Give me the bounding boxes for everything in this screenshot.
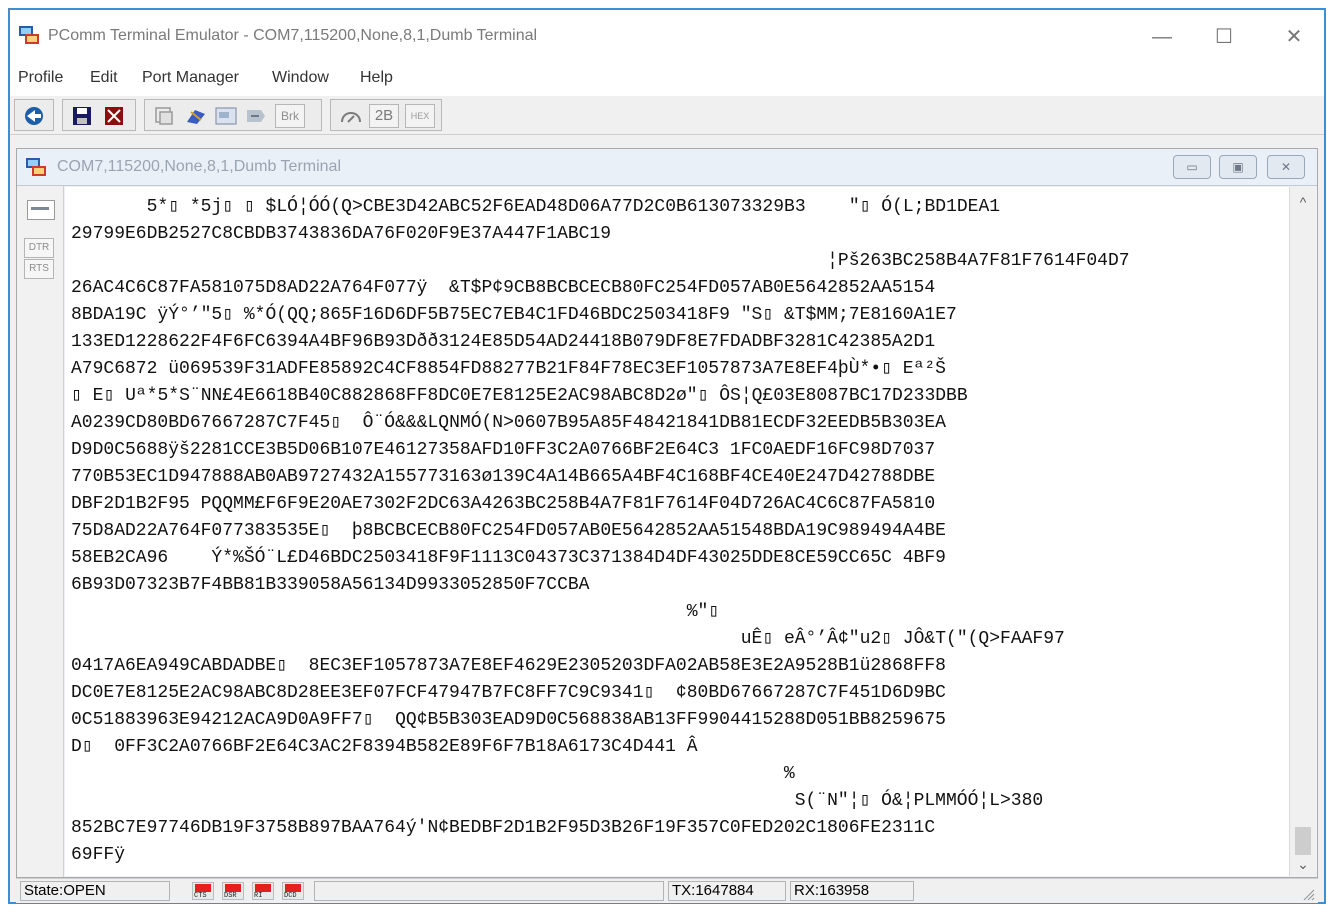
terminal-line: % bbox=[71, 764, 795, 784]
menu-window[interactable]: Window bbox=[272, 69, 329, 87]
child-restore-button[interactable]: ▣ bbox=[1219, 155, 1257, 179]
hex-button[interactable]: HEX bbox=[405, 104, 435, 128]
terminal-line: A0239CD80BD67667287C7F45▯ Ô¨Ó&&&LQNMÓ(N>… bbox=[71, 413, 946, 433]
terminal-line: 5*▯ *5j▯ ▯ $LÓ¦ÓÓ(Q>CBE3D42ABC52F6EAD48D… bbox=[71, 197, 1001, 217]
window-title: PComm Terminal Emulator - COM7,115200,No… bbox=[48, 27, 538, 44]
child-close-button[interactable]: ✕ bbox=[1267, 155, 1305, 179]
child-window-title: COM7,115200,None,8,1,Dumb Terminal bbox=[57, 158, 341, 175]
tx-counter: TX:1647884 bbox=[668, 881, 786, 901]
terminal-line: A79C6872 ü069539F31ADFE85892C4CF8854FD88… bbox=[71, 359, 946, 379]
scroll-up-icon[interactable]: ^ bbox=[1294, 193, 1312, 211]
clear-icon[interactable] bbox=[213, 104, 239, 128]
dcd-indicator: DCD bbox=[282, 882, 304, 900]
terminal-line: S(¨N"¦▯ Ó&¦PLMMÓÓ¦L>380 bbox=[71, 791, 1044, 811]
terminal-line: uÊ▯ eÂ°’Â¢"u2▯ JÔ&T("(Q>FAAF97 bbox=[71, 629, 1065, 649]
terminal-line: D9D0C5688ÿš2281CCE3B5D06B107E46127358AFD… bbox=[71, 440, 936, 460]
resize-grip-icon[interactable] bbox=[1300, 886, 1316, 902]
toolbar-group-view: 2B HEX bbox=[330, 99, 442, 131]
title-bar: PComm Terminal Emulator - COM7,115200,No… bbox=[10, 10, 1324, 62]
menu-port-manager[interactable]: Port Manager bbox=[142, 69, 239, 87]
terminal-scrollbar[interactable]: ^ ⌄ bbox=[1289, 187, 1315, 876]
pcomm-window: PComm Terminal Emulator - COM7,115200,No… bbox=[8, 8, 1326, 904]
terminal-child-window: COM7,115200,None,8,1,Dumb Terminal ▭ ▣ ✕… bbox=[16, 148, 1318, 878]
terminal-line: 770B53EC1D947888AB0AB9727432A155773163ø1… bbox=[71, 467, 936, 487]
send-file-icon[interactable] bbox=[183, 104, 209, 128]
terminal-window-icon bbox=[26, 158, 46, 176]
terminal-line: 0C51883963E94212ACA9D0A9FF7▯ QQ¢B5B303EA… bbox=[71, 710, 946, 730]
status-empty-pane bbox=[314, 881, 664, 901]
dial-icon[interactable] bbox=[337, 104, 365, 128]
terminal-line: DBF2D1B2F95 PQQMM£F6F9E20AE7302F2DC63A42… bbox=[71, 494, 936, 514]
toolbar-group-file bbox=[62, 99, 136, 131]
menu-bar: Profile Edit Port Manager Window Help bbox=[10, 62, 1324, 97]
scroll-thumb[interactable] bbox=[1295, 827, 1311, 855]
status-bar: State:OPEN CTS DSR RI DCD TX:1647884 RX:… bbox=[16, 878, 1318, 903]
toolbar-group-transfer: Brk bbox=[144, 99, 322, 131]
close-button[interactable]: ✕ bbox=[1268, 20, 1320, 54]
minimize-button[interactable]: — bbox=[1136, 20, 1188, 54]
signal-side-panel: DTR RTS bbox=[17, 186, 64, 877]
dsr-indicator: DSR bbox=[222, 882, 244, 900]
toolbar-group-connect bbox=[14, 99, 54, 131]
save-icon[interactable] bbox=[69, 104, 95, 128]
terminal-line: DC0E7E8125E2AC98ABC8D28EE3EF07FCF47947B7… bbox=[71, 683, 946, 703]
child-title-bar: COM7,115200,None,8,1,Dumb Terminal ▭ ▣ ✕ bbox=[17, 149, 1317, 186]
cts-indicator: CTS bbox=[192, 882, 214, 900]
break-button[interactable]: Brk bbox=[275, 104, 305, 128]
receive-icon[interactable] bbox=[243, 104, 269, 128]
connection-state: State:OPEN bbox=[20, 881, 170, 901]
two-byte-button[interactable]: 2B bbox=[369, 104, 399, 128]
rx-counter: RX:163958 bbox=[790, 881, 914, 901]
terminal-output[interactable]: 5*▯ *5j▯ ▯ $LÓ¦ÓÓ(Q>CBE3D42ABC52F6EAD48D… bbox=[65, 187, 1289, 876]
child-minimize-button[interactable]: ▭ bbox=[1173, 155, 1211, 179]
menu-profile[interactable]: Profile bbox=[18, 69, 63, 87]
terminal-line: 8BDA19C ÿÝ°’"5▯ %*Ó(QQ;865F16D6DF5B75EC7… bbox=[71, 305, 957, 325]
terminal-line: ¦Pš263BC258B4A7F81F7614F04D7 bbox=[71, 251, 1130, 271]
properties-icon[interactable] bbox=[151, 104, 177, 128]
print-icon[interactable] bbox=[101, 104, 127, 128]
dtr-toggle[interactable]: DTR bbox=[24, 238, 54, 258]
terminal-line: 0417A6EA949CABDADBE▯ 8EC3EF1057873A7E8EF… bbox=[71, 656, 946, 676]
line-status-icon bbox=[27, 200, 55, 220]
terminal-line: 58EB2CA96 Ý*%ŠÓ¨L£D46BDC2503418F9F1113C0… bbox=[71, 548, 946, 568]
menu-edit[interactable]: Edit bbox=[90, 69, 118, 87]
terminal-line: 29799E6DB2527C8CBDB3743836DA76F020F9E37A… bbox=[71, 224, 612, 244]
menu-help[interactable]: Help bbox=[360, 69, 393, 87]
ri-indicator: RI bbox=[252, 882, 274, 900]
toolbar: Brk 2B HEX bbox=[10, 96, 1324, 135]
terminal-line: 26AC4C6C87FA581075D8AD22A764F077ÿ &T$P¢9… bbox=[71, 278, 936, 298]
scroll-down-icon[interactable]: ⌄ bbox=[1294, 855, 1312, 873]
terminal-line: %"▯ bbox=[71, 602, 720, 622]
pcomm-app-icon bbox=[19, 26, 39, 44]
connect-icon[interactable] bbox=[21, 104, 47, 128]
rts-toggle[interactable]: RTS bbox=[24, 259, 54, 279]
terminal-line: 6B93D07323B7F4BB81B339058A56134D99330528… bbox=[71, 575, 590, 595]
terminal-line: 852BC7E97746DB19F3758B897BAA764ý'N¢BEDBF… bbox=[71, 818, 936, 838]
maximize-button[interactable]: ☐ bbox=[1198, 20, 1250, 54]
terminal-line: 75D8AD22A764F077383535E▯ þ8BCBCECB80FC25… bbox=[71, 521, 946, 541]
terminal-line: 133ED1228622F4F6FC6394A4BF96B93Dðð3124E8… bbox=[71, 332, 936, 352]
terminal-line: D▯ 0FF3C2A0766BF2E64C3AC2F8394B582E89F6F… bbox=[71, 737, 698, 757]
terminal-line: ▯ E▯ Uª*5*S¨NN£4E6618B40C882868FF8DC0E7E… bbox=[71, 386, 968, 406]
terminal-line: 69FFÿ bbox=[71, 845, 126, 865]
